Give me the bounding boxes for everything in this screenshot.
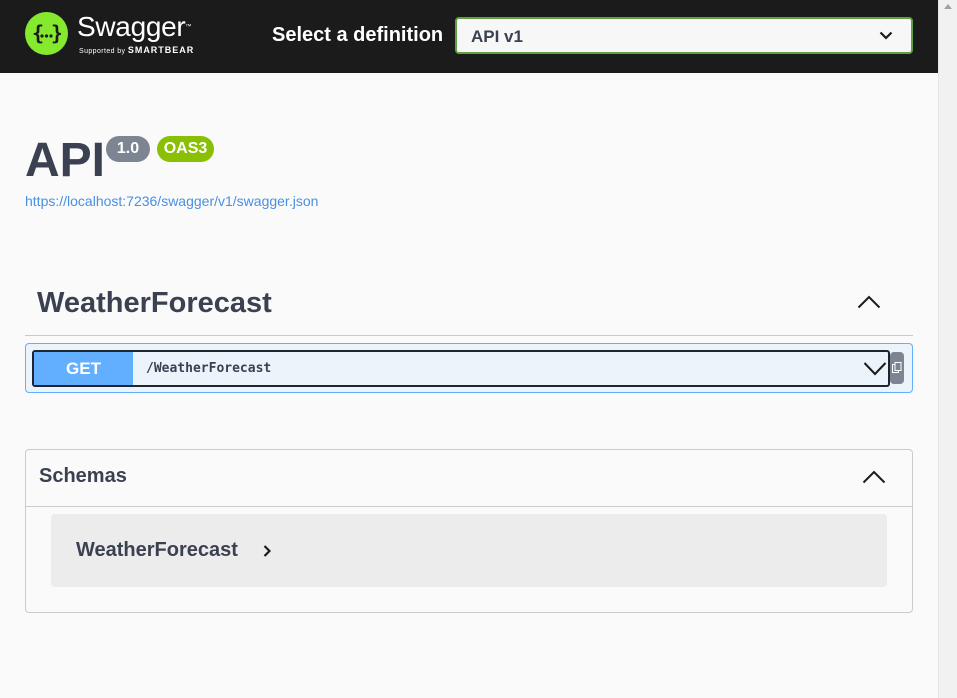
logo-trademark: ™ [185, 24, 192, 30]
definition-selected-value: API v1 [471, 27, 523, 46]
definition-select[interactable]: API v1 [455, 17, 913, 54]
version-badge: 1.0 [106, 136, 150, 162]
schemas-header[interactable]: Schemas [26, 450, 912, 507]
spec-url-link[interactable]: https://localhost:7236/swagger/v1/swagge… [25, 193, 318, 209]
model-weatherforecast[interactable]: WeatherForecast [51, 514, 887, 587]
logo-title: Swagger [77, 11, 186, 42]
chevron-up-icon[interactable] [857, 295, 881, 309]
svg-text:}: } [51, 23, 61, 44]
operation-path: /WeatherForecast [146, 361, 272, 376]
definition-label: Select a definition [272, 24, 444, 46]
logo-supported-by: Supported by [79, 48, 126, 55]
topbar: { } Swagger™ Supported by SMARTBEAR Sele… [0, 0, 938, 73]
schemas-title: Schemas [39, 465, 127, 487]
logo-brand: SMARTBEAR [127, 45, 195, 55]
scroll-up-arrow-icon[interactable] [944, 4, 952, 9]
tag-section-header[interactable]: WeatherForecast [25, 279, 913, 336]
tag-name: WeatherForecast [37, 287, 272, 319]
swagger-logo[interactable]: { } Swagger™ Supported by SMARTBEAR [25, 12, 194, 55]
operation-get-weatherforecast: GET /WeatherForecast [25, 343, 913, 393]
chevron-down-icon [879, 31, 893, 40]
schemas-section: Schemas WeatherForecast [25, 449, 913, 613]
chevron-right-icon[interactable] [263, 545, 271, 557]
api-title: API [25, 134, 106, 187]
swagger-logo-icon: { } [25, 12, 68, 55]
chevron-up-icon[interactable] [862, 470, 886, 484]
svg-text:{: { [32, 23, 44, 44]
oas-badge: OAS3 [157, 136, 214, 162]
copy-path-button[interactable] [890, 352, 904, 384]
http-method-badge: GET [34, 352, 133, 385]
copy-icon [892, 362, 902, 373]
model-name: WeatherForecast [76, 539, 238, 561]
vertical-scrollbar[interactable] [938, 0, 957, 698]
chevron-down-icon[interactable] [863, 361, 887, 377]
operation-summary[interactable]: GET /WeatherForecast [32, 350, 890, 387]
